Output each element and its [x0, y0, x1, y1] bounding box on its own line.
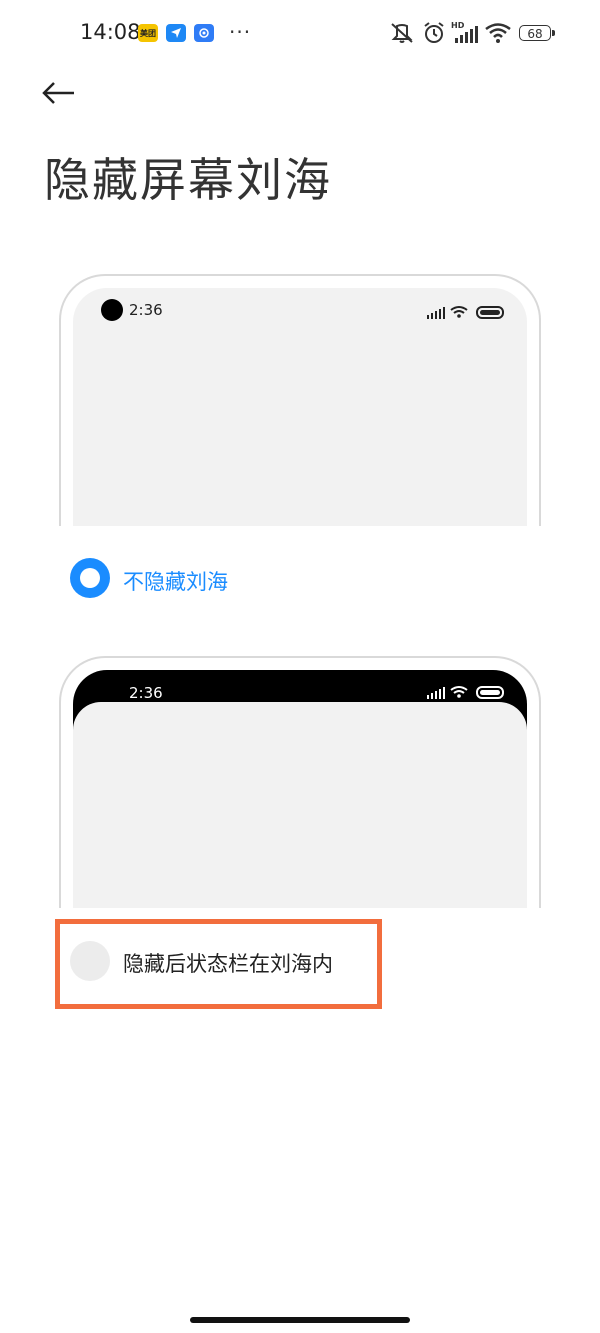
mute-icon — [389, 22, 415, 44]
wifi-icon — [485, 23, 511, 43]
preview-time: 2:36 — [129, 684, 163, 702]
preview-time: 2:36 — [129, 301, 163, 319]
option-label-no-hide-notch[interactable]: 不隐藏刘海 — [123, 566, 228, 596]
arrow-left-icon — [42, 82, 74, 104]
page-title: 隐藏屏幕刘海 — [44, 153, 332, 207]
preview-hide-notch[interactable]: 2:36 — [59, 656, 541, 908]
home-indicator[interactable] — [190, 1317, 410, 1323]
alarm-icon — [422, 22, 446, 44]
option-label-hide-notch[interactable]: 隐藏后状态栏在刘海内 — [123, 948, 333, 978]
status-time: 14:08 — [80, 20, 141, 44]
meituan-icon: 美团 — [138, 24, 158, 42]
back-button[interactable] — [40, 78, 80, 110]
radio-no-hide-notch[interactable] — [70, 558, 110, 598]
battery-tip — [552, 30, 555, 36]
app-icon — [194, 24, 214, 42]
svg-text:HD: HD — [451, 21, 465, 30]
battery-icon: 68 — [519, 25, 551, 41]
preview-screen — [73, 702, 527, 908]
more-notifications-icon: ··· — [229, 20, 252, 44]
preview-status-icons — [427, 304, 507, 324]
camera-punch-hole — [101, 299, 123, 321]
preview-status-icons — [427, 684, 507, 704]
feishu-icon — [166, 24, 186, 42]
radio-hide-notch-status-bar-inside[interactable] — [70, 941, 110, 981]
hd-signal-icon: HD — [451, 20, 481, 44]
preview-no-hide-notch[interactable]: 2:36 — [59, 274, 541, 526]
